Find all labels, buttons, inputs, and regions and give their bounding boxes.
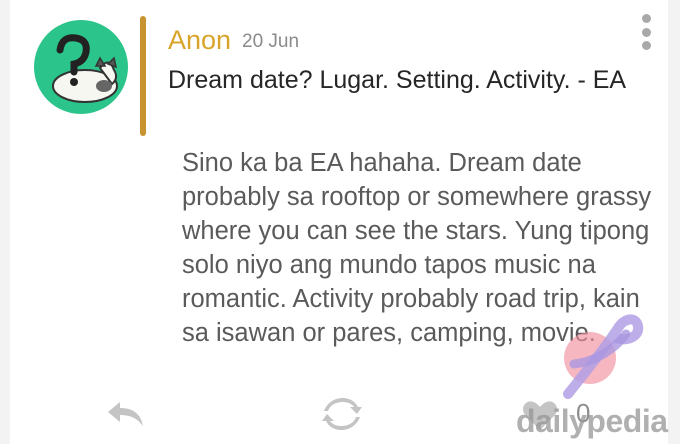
dailypedia-logo-icon	[563, 314, 644, 399]
question-text: Dream date? Lugar. Setting. Activity. - …	[168, 66, 627, 94]
share-icon[interactable]	[320, 397, 364, 431]
menu-dot	[641, 14, 651, 23]
reply-icon[interactable]	[106, 398, 146, 430]
more-menu-icon[interactable]	[634, 14, 658, 50]
post-card: Anon 20 Jun Dream date? Lugar. Setting. …	[10, 0, 668, 444]
post-date: 20 Jun	[242, 31, 300, 52]
quote-accent-bar	[140, 16, 146, 136]
avatar[interactable]	[30, 16, 132, 118]
menu-dot	[641, 41, 651, 50]
watermark-text: dailypedia	[516, 403, 668, 439]
author-name[interactable]: Anon	[168, 24, 231, 56]
menu-dot	[641, 27, 651, 37]
